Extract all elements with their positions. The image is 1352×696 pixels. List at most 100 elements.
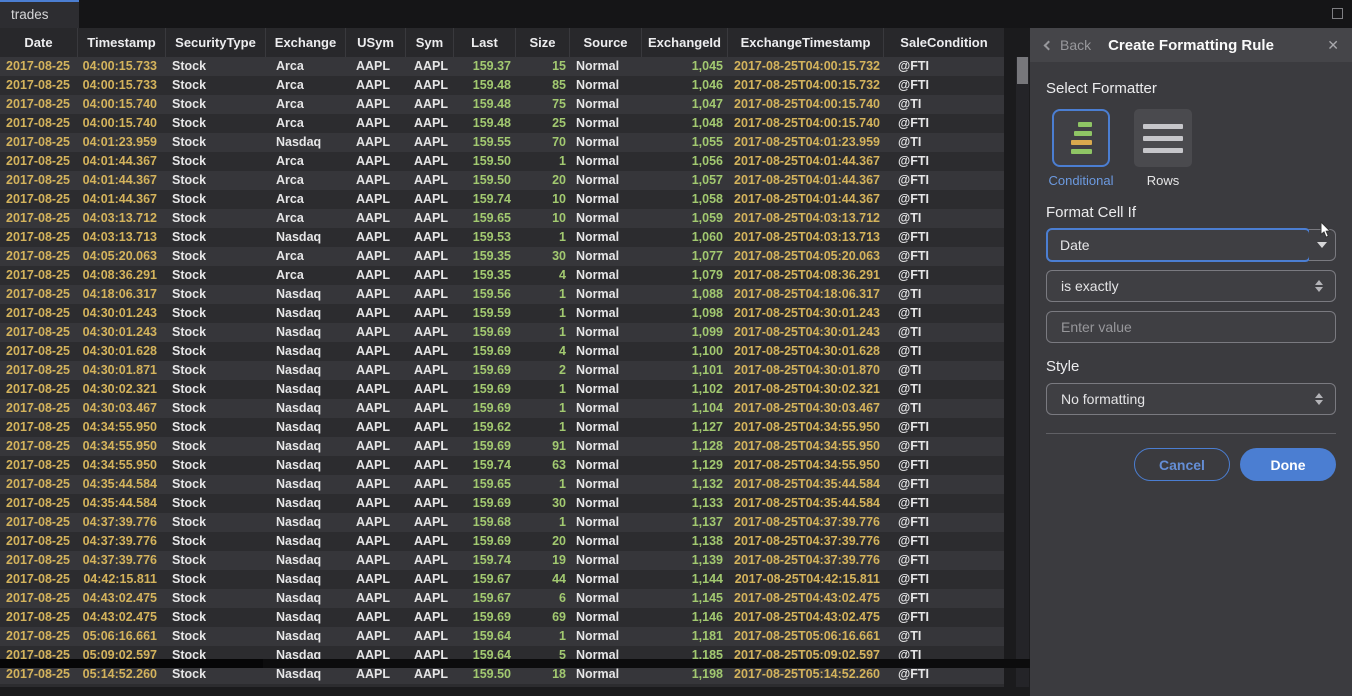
- table-cell[interactable]: Nasdaq: [266, 494, 346, 513]
- table-row[interactable]: 2017-08-2504:08:36.291StockArcaAAPLAAPL1…: [0, 266, 1004, 285]
- column-header-usym[interactable]: USym: [346, 28, 406, 57]
- table-cell[interactable]: 1,060: [642, 228, 728, 247]
- table-cell[interactable]: Arca: [266, 57, 346, 76]
- table-cell[interactable]: 1,144: [642, 570, 728, 589]
- table-cell[interactable]: 1,146: [642, 608, 728, 627]
- table-cell[interactable]: 2017-08-25: [0, 437, 78, 456]
- table-cell[interactable]: AAPL: [346, 589, 406, 608]
- table-cell[interactable]: Nasdaq: [266, 399, 346, 418]
- table-cell[interactable]: 2017-08-25: [0, 133, 78, 152]
- table-cell[interactable]: AAPL: [406, 570, 454, 589]
- table-cell[interactable]: Stock: [166, 323, 266, 342]
- cancel-button[interactable]: Cancel: [1134, 448, 1230, 481]
- table-cell[interactable]: Arca: [266, 247, 346, 266]
- table-cell[interactable]: AAPL: [346, 361, 406, 380]
- table-cell[interactable]: AAPL: [346, 209, 406, 228]
- table-row[interactable]: 2017-08-2504:01:44.367StockArcaAAPLAAPL1…: [0, 171, 1004, 190]
- table-cell[interactable]: 04:01:44.367: [78, 190, 166, 209]
- table-cell[interactable]: AAPL: [406, 95, 454, 114]
- table-cell[interactable]: 2017-08-25T04:30:01.870: [728, 361, 884, 380]
- table-cell[interactable]: Normal: [570, 361, 642, 380]
- table-cell[interactable]: @FTI: [884, 190, 1004, 209]
- table-cell[interactable]: 1,145: [642, 589, 728, 608]
- table-cell[interactable]: Normal: [570, 437, 642, 456]
- table-cell[interactable]: AAPL: [346, 247, 406, 266]
- table-cell[interactable]: @TI: [884, 285, 1004, 304]
- formatter-rows[interactable]: Rows: [1128, 109, 1198, 188]
- table-row[interactable]: 2017-08-2504:34:55.950StockNasdaqAAPLAAP…: [0, 437, 1004, 456]
- table-cell[interactable]: @FTI: [884, 266, 1004, 285]
- table-cell[interactable]: AAPL: [346, 171, 406, 190]
- table-cell[interactable]: AAPL: [346, 494, 406, 513]
- column-select[interactable]: Date: [1046, 228, 1336, 262]
- table-cell[interactable]: Normal: [570, 551, 642, 570]
- table-row[interactable]: 2017-08-2504:35:44.584StockNasdaqAAPLAAP…: [0, 475, 1004, 494]
- table-cell[interactable]: 91: [516, 437, 570, 456]
- table-cell[interactable]: Nasdaq: [266, 437, 346, 456]
- table-cell[interactable]: Normal: [570, 494, 642, 513]
- table-cell[interactable]: 2017-08-25: [0, 190, 78, 209]
- table-cell[interactable]: 2017-08-25T04:35:44.584: [728, 494, 884, 513]
- table-cell[interactable]: 1,058: [642, 190, 728, 209]
- column-select-dropdown-button[interactable]: [1309, 229, 1336, 261]
- table-cell[interactable]: AAPL: [346, 114, 406, 133]
- table-cell[interactable]: Normal: [570, 57, 642, 76]
- table-cell[interactable]: 19: [516, 551, 570, 570]
- table-cell[interactable]: AAPL: [346, 684, 406, 687]
- table-cell[interactable]: 04:37:39.776: [78, 513, 166, 532]
- table-cell[interactable]: 1,133: [642, 494, 728, 513]
- table-cell[interactable]: 1,100: [642, 342, 728, 361]
- table-cell[interactable]: 159.62: [454, 418, 516, 437]
- table-cell[interactable]: 2017-08-25: [0, 361, 78, 380]
- table-cell[interactable]: 2017-08-25: [0, 285, 78, 304]
- table-cell[interactable]: 1,059: [642, 209, 728, 228]
- table-cell[interactable]: Stock: [166, 513, 266, 532]
- table-cell[interactable]: Normal: [570, 76, 642, 95]
- horizontal-scrollbar-thumb[interactable]: [0, 659, 263, 668]
- table-cell[interactable]: Nasdaq: [266, 589, 346, 608]
- table-cell[interactable]: Stock: [166, 171, 266, 190]
- table-cell[interactable]: 2017-08-25T04:37:39.776: [728, 532, 884, 551]
- table-cell[interactable]: 2017-08-25: [0, 247, 78, 266]
- table-cell[interactable]: AAPL: [346, 95, 406, 114]
- table-cell[interactable]: Normal: [570, 532, 642, 551]
- table-row[interactable]: 2017-08-2504:37:39.776StockNasdaqAAPLAAP…: [0, 513, 1004, 532]
- table-cell[interactable]: 6: [516, 589, 570, 608]
- table-cell[interactable]: 10: [516, 190, 570, 209]
- table-cell[interactable]: 04:00:15.740: [78, 95, 166, 114]
- table-cell[interactable]: Nasdaq: [266, 285, 346, 304]
- table-cell[interactable]: 1,048: [642, 114, 728, 133]
- table-cell[interactable]: 2017-08-25: [0, 209, 78, 228]
- table-cell[interactable]: Normal: [570, 342, 642, 361]
- table-row[interactable]: 2017-08-2504:30:02.321StockNasdaqAAPLAAP…: [0, 380, 1004, 399]
- table-cell[interactable]: 04:35:44.584: [78, 494, 166, 513]
- table-cell[interactable]: 159.69: [454, 361, 516, 380]
- table-cell[interactable]: 1,129: [642, 456, 728, 475]
- table-cell[interactable]: @FTI: [884, 57, 1004, 76]
- table-row[interactable]: 2017-08-2504:05:20.063StockArcaAAPLAAPL1…: [0, 247, 1004, 266]
- table-cell[interactable]: AAPL: [346, 133, 406, 152]
- table-cell[interactable]: AAPL: [406, 456, 454, 475]
- tab-trades[interactable]: trades: [0, 0, 79, 28]
- table-cell[interactable]: Normal: [570, 456, 642, 475]
- table-cell[interactable]: AAPL: [406, 76, 454, 95]
- table-cell[interactable]: 20: [516, 171, 570, 190]
- table-cell[interactable]: @FTI: [884, 532, 1004, 551]
- table-cell[interactable]: AAPL: [346, 551, 406, 570]
- table-cell[interactable]: AAPL: [406, 361, 454, 380]
- table-cell[interactable]: AAPL: [346, 228, 406, 247]
- close-icon[interactable]: ✕: [1327, 37, 1339, 54]
- table-cell[interactable]: AAPL: [406, 304, 454, 323]
- table-cell[interactable]: 1,056: [642, 152, 728, 171]
- table-cell[interactable]: 1,047: [642, 95, 728, 114]
- table-cell[interactable]: AAPL: [346, 190, 406, 209]
- column-header-salecondition[interactable]: SaleCondition: [884, 28, 1004, 57]
- table-cell[interactable]: Nasdaq: [266, 627, 346, 646]
- table-cell[interactable]: 04:01:44.367: [78, 152, 166, 171]
- table-cell[interactable]: Arca: [266, 76, 346, 95]
- table-cell[interactable]: 04:37:39.776: [78, 532, 166, 551]
- table-cell[interactable]: 1,079: [642, 266, 728, 285]
- table-row[interactable]: 2017-08-2504:18:06.317StockNasdaqAAPLAAP…: [0, 285, 1004, 304]
- table-cell[interactable]: 04:01:44.367: [78, 171, 166, 190]
- table-cell[interactable]: @FTI: [884, 171, 1004, 190]
